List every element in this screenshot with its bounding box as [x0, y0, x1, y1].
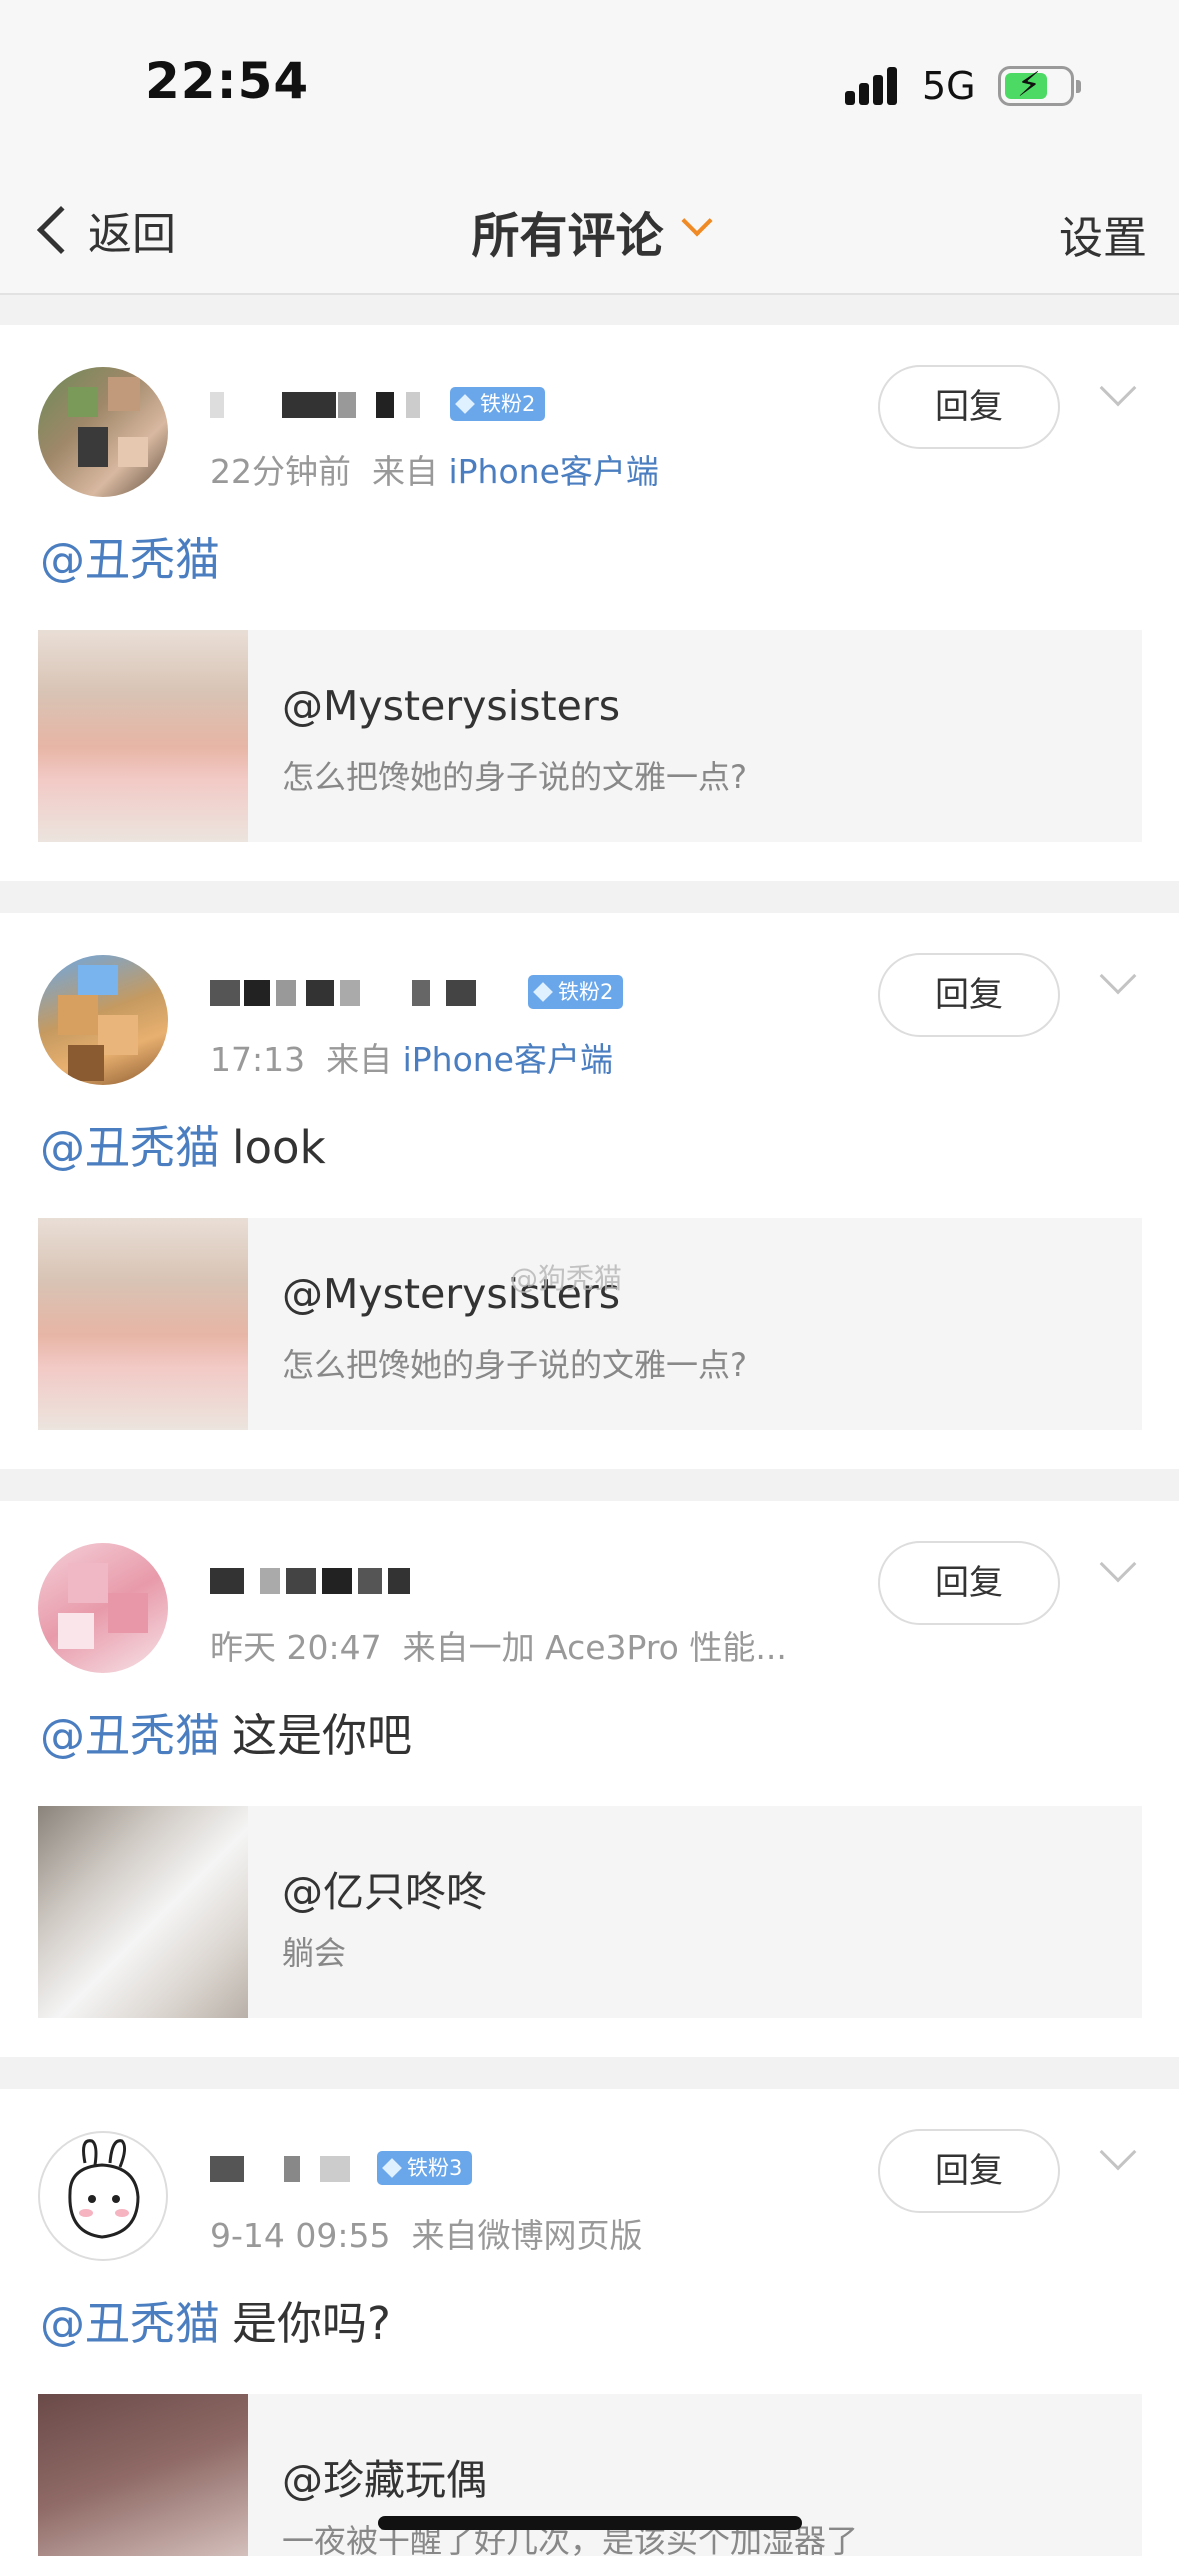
quoted-text: 怎么把馋她的身子说的文雅一点?: [282, 758, 747, 796]
comment-card: 铁粉2 17:13 来自 iPhone客户端 回复 @丑秃猫 look @Myst…: [0, 913, 1179, 1469]
comment-text: @丑秃猫 look: [40, 1121, 326, 1174]
fan-badge: 铁粉3: [377, 2151, 473, 2185]
diamond-icon: [382, 2158, 402, 2178]
title-dropdown[interactable]: 所有评论: [0, 196, 1179, 266]
reply-button[interactable]: 回复: [878, 365, 1060, 449]
post-thumbnail[interactable]: [38, 630, 248, 842]
source-link[interactable]: iPhone客户端: [448, 452, 658, 491]
chevron-down-icon[interactable]: [1099, 2133, 1137, 2171]
comment-card: 昨天 20:47 来自一加 Ace3Pro 性能... 回复 @丑秃猫 这是你吧 …: [0, 1501, 1179, 2057]
quoted-post[interactable]: @Mysterysisters 怎么把馋她的身子说的文雅一点?: [38, 1218, 1142, 1430]
quoted-post[interactable]: @Mysterysisters 怎么把馋她的身子说的文雅一点?: [38, 630, 1142, 842]
comment-meta: 昨天 20:47 来自一加 Ace3Pro 性能...: [210, 1628, 787, 1667]
mention-link[interactable]: @丑秃猫: [40, 1121, 220, 1174]
quoted-post[interactable]: @珍藏玩偶 一夜被干醒了好几次，是该买个加湿器了: [38, 2394, 1142, 2556]
signal-icon: [845, 65, 905, 105]
status-time: 22:54: [145, 52, 310, 110]
mention-link[interactable]: @丑秃猫: [40, 2297, 220, 2350]
quoted-user[interactable]: @亿只咚咚: [282, 1858, 487, 1918]
navigation-bar: 返回 所有评论 设置: [0, 170, 1179, 295]
chevron-down-icon[interactable]: [1099, 957, 1137, 995]
comment-meta: 22分钟前 来自 iPhone客户端: [210, 452, 659, 491]
comment-text: @丑秃猫 是你吗?: [40, 2297, 391, 2350]
mention-link[interactable]: @丑秃猫: [40, 533, 220, 586]
diamond-icon: [533, 982, 553, 1002]
quoted-user[interactable]: @Mysterysisters: [282, 682, 620, 730]
quoted-user[interactable]: @珍藏玩偶: [282, 2446, 487, 2506]
fan-badge: 铁粉2: [528, 975, 624, 1009]
watermark: @狗秃猫: [510, 1262, 623, 1295]
avatar[interactable]: [38, 955, 168, 1085]
comment-text: @丑秃猫 这是你吧: [40, 1709, 413, 1762]
reply-button[interactable]: 回复: [878, 2129, 1060, 2213]
chevron-down-icon[interactable]: [1099, 369, 1137, 407]
comment-meta: 9-14 09:55 来自微博网页版: [210, 2216, 643, 2255]
reply-button[interactable]: 回复: [878, 953, 1060, 1037]
post-thumbnail[interactable]: [38, 1806, 248, 2018]
home-indicator[interactable]: [378, 2516, 802, 2530]
diamond-icon: [455, 394, 475, 414]
avatar[interactable]: [38, 1543, 168, 1673]
status-bar: 22:54 5G ⚡: [0, 0, 1179, 170]
comment-feed: 铁粉2 22分钟前 来自 iPhone客户端 回复 @丑秃猫 @Mysterys…: [0, 325, 1179, 2556]
reply-button[interactable]: 回复: [878, 1541, 1060, 1625]
comment-card: 铁粉2 22分钟前 来自 iPhone客户端 回复 @丑秃猫 @Mysterys…: [0, 325, 1179, 881]
source-text: 一加 Ace3Pro 性能...: [468, 1628, 787, 1667]
quoted-post[interactable]: @亿只咚咚 躺会: [38, 1806, 1142, 2018]
chevron-down-icon[interactable]: [1099, 1545, 1137, 1583]
fan-badge: 铁粉2: [450, 387, 546, 421]
mention-link[interactable]: @丑秃猫: [40, 1709, 220, 1762]
avatar[interactable]: [38, 367, 168, 497]
page-title: 所有评论: [471, 208, 664, 264]
avatar[interactable]: [38, 2131, 168, 2261]
settings-button[interactable]: 设置: [1059, 202, 1147, 266]
quoted-text: 躺会: [282, 1934, 347, 1972]
quoted-text: 怎么把馋她的身子说的文雅一点?: [282, 1346, 747, 1384]
chevron-down-icon: [680, 205, 713, 237]
comment-text: @丑秃猫: [40, 523, 232, 588]
source-text: 微博网页版: [477, 2216, 643, 2255]
comment-card: 铁粉3 9-14 09:55 来自微博网页版 回复 @丑秃猫 是你吗? @珍藏玩偶…: [0, 2089, 1179, 2556]
battery-charging-icon: ⚡: [998, 65, 1081, 106]
source-link[interactable]: iPhone客户端: [403, 1040, 613, 1079]
post-thumbnail[interactable]: [38, 1218, 248, 1430]
bunny-avatar-icon: [68, 2139, 140, 2239]
post-thumbnail[interactable]: [38, 2394, 248, 2556]
network-type: 5G: [922, 64, 976, 108]
comment-meta: 17:13 来自 iPhone客户端: [210, 1040, 613, 1079]
